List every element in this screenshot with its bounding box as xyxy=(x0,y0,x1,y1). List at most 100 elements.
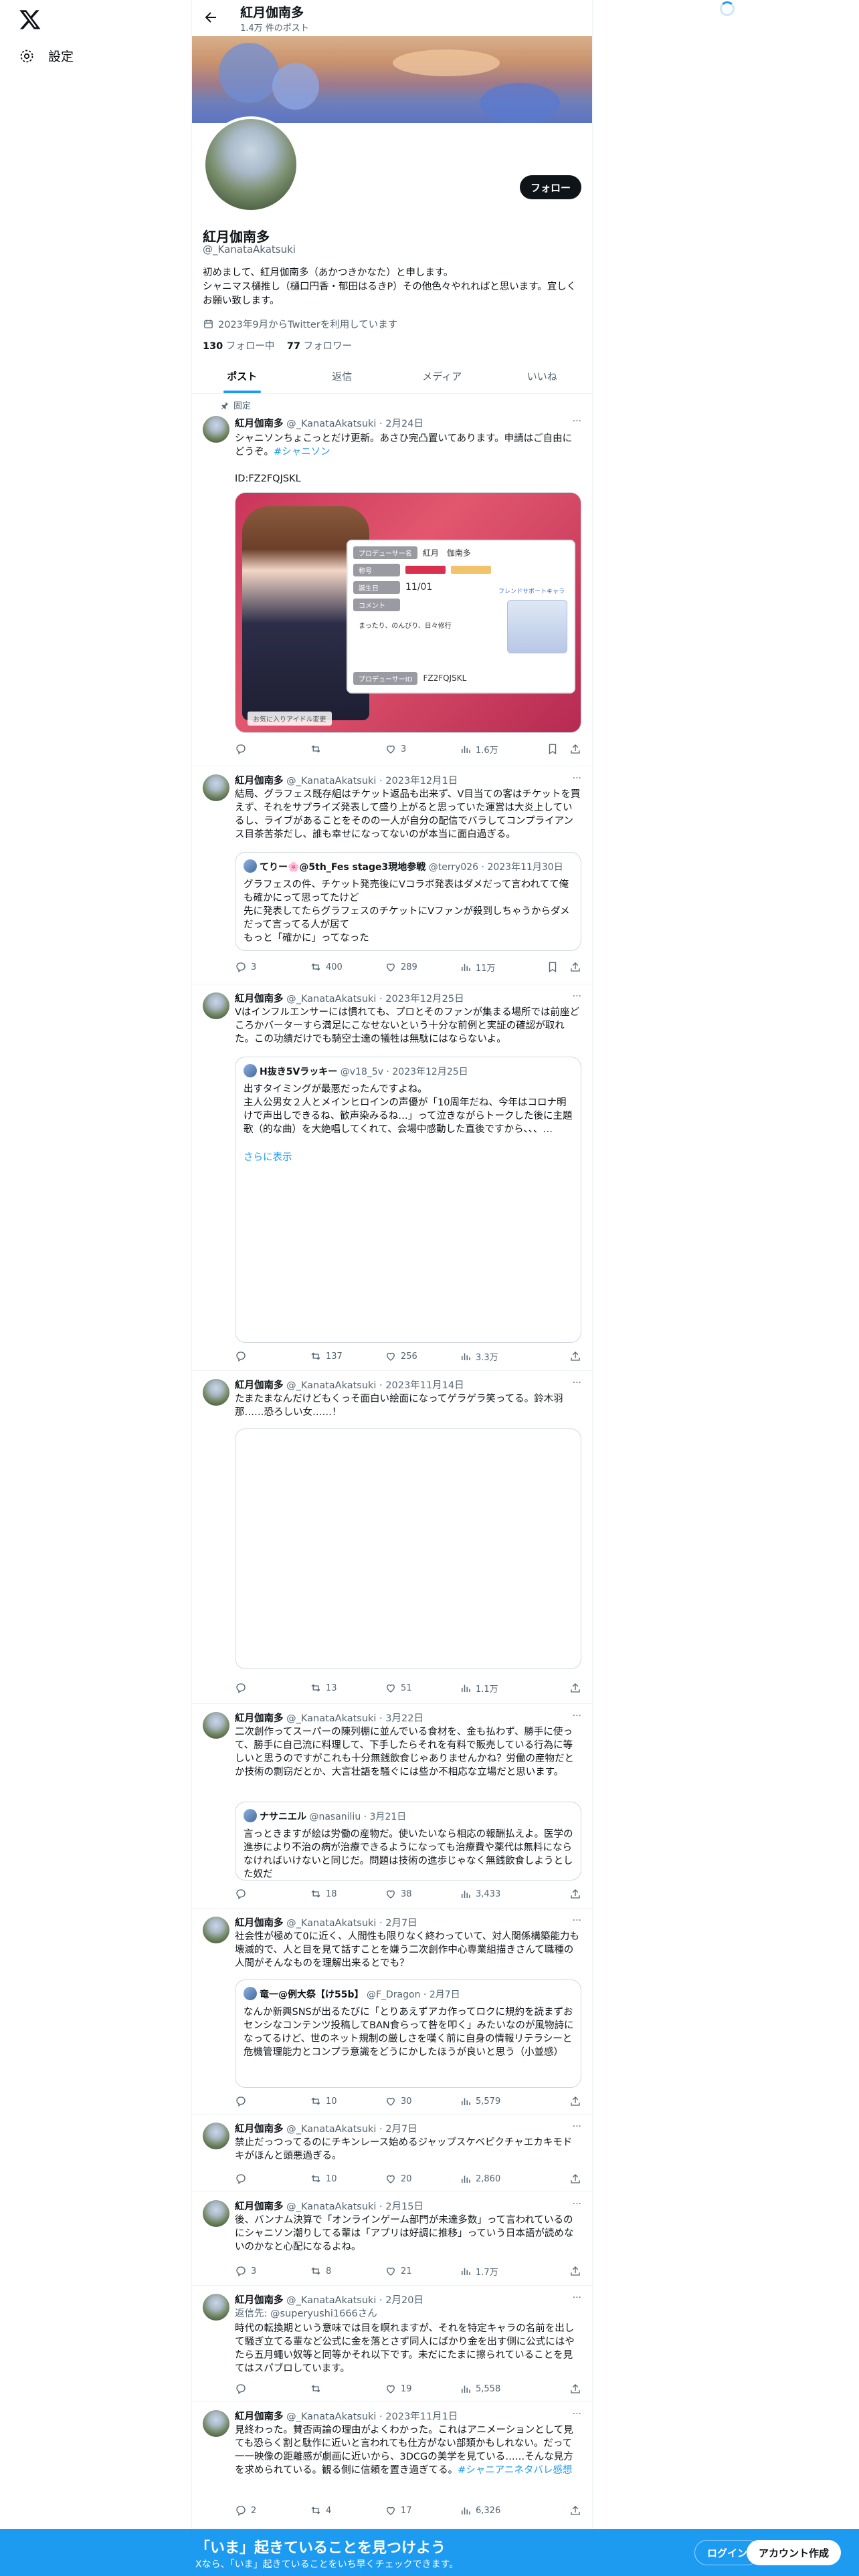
more-icon[interactable]: ··· xyxy=(573,1378,581,1388)
signup-button[interactable]: アカウント作成 xyxy=(747,2540,842,2565)
tweet-author[interactable]: 紅月伽南多 xyxy=(235,776,284,786)
retweet-button[interactable]: 18 xyxy=(310,1888,385,1900)
views-button[interactable]: 1.1万 xyxy=(460,1682,535,1695)
reply-button[interactable]: 3 xyxy=(235,961,310,973)
reply-button[interactable] xyxy=(235,743,310,755)
tweet[interactable]: 紅月伽南多 @_KanataAkatsuki · 2023年11月14日 ···… xyxy=(192,1371,592,1704)
views-button[interactable]: 5,579 xyxy=(460,2095,535,2107)
hashtag-link[interactable]: #シャニソン xyxy=(274,447,330,457)
tweet-avatar[interactable] xyxy=(203,992,229,1019)
share-icon[interactable] xyxy=(569,1888,581,1900)
quote-tweet[interactable]: H抜き5Vラッキー @v18_5v · 2023年12月25日 出すタイミングが… xyxy=(235,1057,581,1343)
tweet-author[interactable]: 紅月伽南多 xyxy=(235,1918,284,1929)
more-icon[interactable]: ··· xyxy=(573,1915,581,1926)
reply-button[interactable] xyxy=(235,1350,310,1362)
more-icon[interactable]: ··· xyxy=(573,2409,581,2420)
follow-button[interactable]: フォロー xyxy=(519,175,581,199)
like-button[interactable]: 30 xyxy=(385,2095,460,2107)
quote-tweet[interactable]: てりー🌸@5th_Fes stage3現地参戦 @terry026 · 2023… xyxy=(235,852,581,951)
views-button[interactable]: 11万 xyxy=(460,961,535,974)
tweet-avatar[interactable] xyxy=(203,2410,229,2437)
share-icon[interactable] xyxy=(569,1682,581,1694)
retweet-button[interactable] xyxy=(310,2383,385,2395)
reply-button[interactable] xyxy=(235,2383,310,2395)
views-button[interactable]: 3.3万 xyxy=(460,1350,535,1363)
share-icon[interactable] xyxy=(569,2173,581,2185)
share-icon[interactable] xyxy=(569,2504,581,2516)
retweet-button[interactable] xyxy=(310,743,385,755)
share-icon[interactable] xyxy=(569,1350,581,1362)
tweet-author[interactable]: 紅月伽南多 xyxy=(235,2295,284,2306)
following-link[interactable]: 130 フォロー中 xyxy=(203,341,274,352)
views-button[interactable]: 1.6万 xyxy=(460,743,535,756)
bookmark-icon[interactable] xyxy=(547,743,559,755)
back-arrow-icon[interactable] xyxy=(203,9,219,25)
share-icon[interactable] xyxy=(569,2383,581,2395)
reply-button[interactable] xyxy=(235,2173,310,2185)
retweet-button[interactable]: 8 xyxy=(310,2265,385,2277)
retweet-button[interactable]: 137 xyxy=(310,1350,385,1362)
views-button[interactable]: 2,860 xyxy=(460,2173,535,2185)
reply-button[interactable]: 2 xyxy=(235,2504,310,2516)
tab-likes[interactable]: いいね xyxy=(492,358,593,393)
tab-media[interactable]: メディア xyxy=(392,358,492,393)
tab-replies[interactable]: 返信 xyxy=(292,358,393,393)
tweet-author[interactable]: 紅月伽南多 xyxy=(235,994,284,1004)
tweet[interactable]: 紅月伽南多 @_KanataAkatsuki · 2月7日 ··· 社会性が極め… xyxy=(192,1909,592,2115)
reply-button[interactable]: 3 xyxy=(235,2265,310,2277)
retweet-button[interactable]: 10 xyxy=(310,2095,385,2107)
like-button[interactable]: 3 xyxy=(385,743,460,755)
bookmark-icon[interactable] xyxy=(547,961,559,973)
quote-tweet[interactable]: 竜一@例大祭【け55b】 @F_Dragon · 2月7日 なんか新興SNSが出… xyxy=(235,1979,581,2088)
tab-posts[interactable]: ポスト xyxy=(192,358,292,393)
tweet-avatar[interactable] xyxy=(203,2123,229,2149)
share-icon[interactable] xyxy=(569,2095,581,2107)
tweet-avatar[interactable] xyxy=(203,416,229,443)
hashtag-link[interactable]: #シャニアニネタバレ感想 xyxy=(458,2465,572,2476)
tweet-avatar[interactable] xyxy=(203,1917,229,1943)
tweet-image[interactable]: プロデューサー名 紅月 伽南多 称号 誕生日 11/01 コメント まったり、のんび… xyxy=(235,492,581,733)
reply-button[interactable] xyxy=(235,1888,310,1900)
like-button[interactable]: 20 xyxy=(385,2173,460,2185)
reply-button[interactable] xyxy=(235,2095,310,2107)
retweet-button[interactable]: 4 xyxy=(310,2504,385,2516)
tweet-avatar[interactable] xyxy=(203,2294,229,2321)
retweet-button[interactable]: 10 xyxy=(310,2173,385,2185)
tweet[interactable]: 紅月伽南多 @_KanataAkatsuki · 2月20日 ··· 返信先: … xyxy=(192,2286,592,2402)
tweet-author[interactable]: 紅月伽南多 xyxy=(235,2411,284,2422)
tweet-author[interactable]: 紅月伽南多 xyxy=(235,419,284,429)
show-more-link[interactable]: さらに表示 xyxy=(244,1150,292,1164)
tweet[interactable]: 紅月伽南多 @_KanataAkatsuki · 2023年12月25日 ···… xyxy=(192,984,592,1371)
views-button[interactable]: 6,326 xyxy=(460,2504,535,2516)
nav-settings[interactable]: 設定 xyxy=(19,47,74,65)
like-button[interactable]: 17 xyxy=(385,2504,460,2516)
more-icon[interactable]: ··· xyxy=(573,416,581,427)
like-button[interactable]: 51 xyxy=(385,1682,460,1694)
tweet-avatar[interactable] xyxy=(203,774,229,801)
retweet-button[interactable]: 13 xyxy=(310,1682,385,1694)
profile-banner[interactable] xyxy=(192,36,592,123)
tweet[interactable]: 紅月伽南多 @_KanataAkatsuki · 2月15日 ··· 後、バンナ… xyxy=(192,2192,592,2286)
share-icon[interactable] xyxy=(569,961,581,973)
views-button[interactable]: 3,433 xyxy=(460,1888,535,1900)
more-icon[interactable]: ··· xyxy=(573,2121,581,2132)
tweet[interactable]: 紅月伽南多 @_KanataAkatsuki · 2023年12月1日 ··· … xyxy=(192,766,592,984)
reply-button[interactable] xyxy=(235,1682,310,1694)
tweet-author[interactable]: 紅月伽南多 xyxy=(235,1713,284,1724)
tweet-avatar[interactable] xyxy=(203,1379,229,1406)
quote-tweet[interactable]: ナサニエル @nasaniliu · 3月21日 言っときますが絵は労働の産物だ… xyxy=(235,1802,581,1881)
tweet-author[interactable]: 紅月伽南多 xyxy=(235,2124,284,2135)
like-button[interactable]: 289 xyxy=(385,961,460,973)
retweet-button[interactable]: 400 xyxy=(310,961,385,973)
views-button[interactable]: 1.7万 xyxy=(460,2265,535,2278)
profile-avatar[interactable] xyxy=(203,116,299,213)
followers-link[interactable]: 77 フォロワー xyxy=(287,341,352,352)
reply-to-line[interactable]: 返信先: @superyushi1666さん xyxy=(235,2307,581,2321)
share-icon[interactable] xyxy=(569,743,581,755)
tweet[interactable]: 紅月伽南多 @_KanataAkatsuki · 3月22日 ··· 二次創作っ… xyxy=(192,1704,592,1909)
tweet-avatar[interactable] xyxy=(203,2200,229,2227)
like-button[interactable]: 256 xyxy=(385,1350,460,1362)
more-icon[interactable]: ··· xyxy=(573,2292,581,2303)
more-icon[interactable]: ··· xyxy=(573,991,581,1002)
tweet[interactable]: 紅月伽南多 @_KanataAkatsuki · 2023年11月1日 ··· … xyxy=(192,2402,592,2529)
